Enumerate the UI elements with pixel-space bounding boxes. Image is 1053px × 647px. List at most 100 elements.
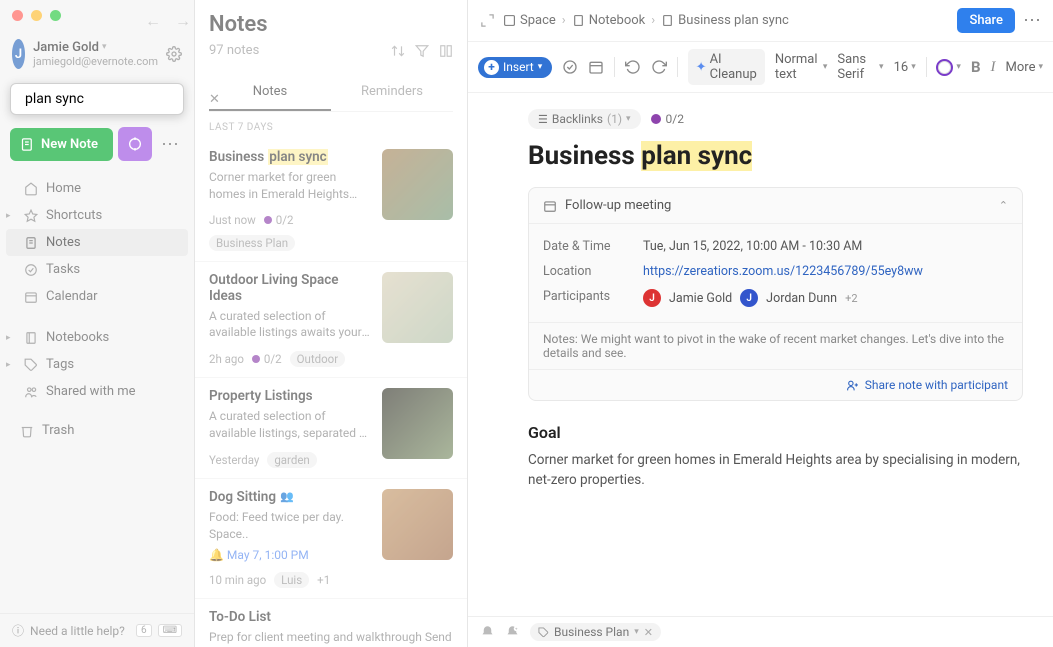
participant-more[interactable]: +2 bbox=[845, 292, 857, 305]
search-box[interactable]: ✕ bbox=[10, 83, 184, 115]
sidebar-item-label: Tags bbox=[46, 357, 74, 372]
note-icon bbox=[661, 14, 674, 27]
profile-email: jamiegold@evernote.com bbox=[33, 55, 158, 68]
sort-icon[interactable] bbox=[391, 44, 405, 58]
meeting-card-header[interactable]: Follow-up meeting ⌃ bbox=[529, 188, 1022, 224]
font-select[interactable]: Sans Serif▾ bbox=[837, 52, 883, 82]
new-note-button[interactable]: New Note bbox=[10, 128, 113, 161]
font-size-select[interactable]: 16▾ bbox=[894, 60, 916, 75]
crumb-note[interactable]: Business plan sync bbox=[661, 13, 789, 28]
note-list-item[interactable]: Outdoor Living Space IdeasA curated sele… bbox=[195, 262, 467, 379]
note-item-snippet: A curated selection of available listing… bbox=[209, 308, 372, 342]
chevron-right-icon[interactable]: ▸ bbox=[6, 211, 16, 221]
label-participants: Participants bbox=[543, 289, 643, 307]
tag-icon bbox=[538, 627, 549, 638]
note-list-item[interactable]: Dog Sitting👥Food: Feed twice per day. Sp… bbox=[195, 479, 467, 600]
profile[interactable]: J Jamie Gold▾ jamiegold@evernote.com bbox=[0, 31, 194, 77]
clear-search-icon[interactable]: ✕ bbox=[209, 92, 220, 107]
sidebar-item-label: Calendar bbox=[46, 289, 98, 304]
help-icon[interactable]: ⓘ bbox=[12, 622, 24, 639]
tag-chip[interactable]: Business Plan ▾ ✕ bbox=[530, 623, 661, 641]
goal-paragraph[interactable]: Corner market for green homes in Emerald… bbox=[528, 450, 1023, 491]
note-thumbnail bbox=[382, 149, 453, 220]
more-menu-icon[interactable]: ⋯ bbox=[1023, 10, 1041, 31]
editor-pane: Space › Notebook › Business plan sync Sh… bbox=[468, 0, 1053, 647]
person-add-icon bbox=[846, 379, 859, 392]
tab-reminders[interactable]: Reminders bbox=[331, 74, 453, 111]
minimize-window[interactable] bbox=[31, 10, 42, 21]
note-item-snippet: Food: Feed twice per day. Space.. bbox=[209, 509, 372, 543]
maximize-window[interactable] bbox=[50, 10, 61, 21]
sidebar-item-notes[interactable]: Notes bbox=[6, 229, 188, 256]
tab-notes[interactable]: Notes bbox=[209, 74, 331, 111]
label-location: Location bbox=[543, 264, 643, 279]
checklist-icon[interactable] bbox=[562, 59, 578, 75]
trash-icon bbox=[20, 424, 34, 438]
note-icon bbox=[24, 236, 38, 250]
list-title: Notes bbox=[209, 12, 268, 37]
document-title[interactable]: Business plan sync bbox=[528, 141, 1023, 171]
nav-forward-icon[interactable]: → bbox=[175, 11, 191, 31]
color-select[interactable]: ▾ bbox=[936, 59, 961, 76]
bold-icon[interactable]: B bbox=[971, 58, 981, 76]
value-location-link[interactable]: https://zereatiors.zoom.us/1223456789/55… bbox=[643, 264, 1008, 279]
redo-icon[interactable] bbox=[651, 59, 667, 75]
bell-add-icon[interactable]: + bbox=[505, 625, 520, 640]
crumb-space[interactable]: Space bbox=[503, 13, 556, 28]
expand-icon[interactable] bbox=[480, 13, 495, 28]
chevron-up-icon[interactable]: ⌃ bbox=[999, 199, 1008, 212]
share-button[interactable]: Share bbox=[957, 8, 1015, 33]
chevron-right-icon[interactable]: ▸ bbox=[6, 360, 16, 370]
close-window[interactable] bbox=[12, 10, 23, 21]
sidebar-item-tags[interactable]: ▸ Tags bbox=[6, 351, 188, 378]
more-format-button[interactable]: More▾ bbox=[1006, 60, 1043, 75]
remove-tag-icon[interactable]: ✕ bbox=[644, 626, 653, 639]
calendar-icon bbox=[24, 290, 38, 304]
insert-button[interactable]: Insert ▾ bbox=[478, 57, 552, 78]
breadcrumb: Space › Notebook › Business plan sync bbox=[503, 13, 949, 28]
participant-avatar: J bbox=[643, 289, 661, 307]
section-heading-goal[interactable]: Goal bbox=[528, 423, 1023, 442]
calendar-tool-icon[interactable] bbox=[588, 59, 604, 75]
editor-footer: + Business Plan ▾ ✕ bbox=[468, 616, 1053, 647]
sidebar-item-label: Notes bbox=[46, 235, 81, 250]
backlinks-pill[interactable]: ☰Backlinks(1)▾ bbox=[528, 109, 641, 129]
sidebar-item-shortcuts[interactable]: ▸Shortcuts bbox=[6, 202, 188, 229]
more-actions-icon[interactable]: ⋯ bbox=[157, 134, 184, 155]
ai-cleanup-button[interactable]: ✦AI Cleanup bbox=[688, 49, 765, 85]
note-thumbnail bbox=[382, 489, 453, 560]
sidebar-item-notebooks[interactable]: ▸Notebooks bbox=[6, 324, 188, 351]
note-list-item[interactable]: Business plan syncCorner market for gree… bbox=[195, 139, 467, 262]
help-label[interactable]: Need a little help? bbox=[30, 624, 125, 638]
search-input[interactable] bbox=[25, 91, 203, 107]
editor-content[interactable]: ☰Backlinks(1)▾ 0/2 Business plan sync Fo… bbox=[468, 93, 1053, 616]
sidebar-item-shared-with-me[interactable]: Shared with me bbox=[6, 378, 188, 405]
participant-avatar: J bbox=[740, 289, 758, 307]
note-list-item[interactable]: To-Do ListPrep for client meeting and wa… bbox=[195, 599, 467, 647]
sidebar-item-home[interactable]: Home bbox=[6, 175, 188, 202]
space-icon bbox=[503, 14, 516, 27]
view-icon[interactable] bbox=[439, 44, 453, 58]
note-item-title: Property Listings bbox=[209, 388, 372, 404]
sidebar-item-calendar[interactable]: Calendar bbox=[6, 283, 188, 310]
share-note-link[interactable]: Share note with participant bbox=[529, 369, 1022, 400]
italic-icon[interactable]: I bbox=[991, 59, 996, 76]
sidebar-item-tasks[interactable]: Tasks bbox=[6, 256, 188, 283]
nav-back-icon[interactable]: ← bbox=[145, 11, 161, 31]
note-thumbnail bbox=[382, 272, 453, 343]
kbd-icon: ⌨ bbox=[158, 624, 182, 637]
quick-action-button[interactable] bbox=[118, 127, 152, 161]
text-style-select[interactable]: Normal text▾ bbox=[775, 52, 828, 82]
note-list-item[interactable]: Property ListingsA curated selection of … bbox=[195, 378, 467, 479]
filter-icon[interactable] bbox=[415, 44, 429, 58]
bell-icon[interactable] bbox=[480, 625, 495, 640]
calendar-icon bbox=[543, 199, 557, 213]
sidebar-item-trash[interactable]: Trash bbox=[6, 417, 188, 444]
task-progress-pill[interactable]: 0/2 bbox=[651, 109, 684, 129]
gear-icon[interactable] bbox=[166, 46, 182, 62]
note-count: 97 notes bbox=[209, 43, 259, 58]
crumb-notebook[interactable]: Notebook bbox=[572, 13, 646, 28]
undo-icon[interactable] bbox=[625, 59, 641, 75]
editor-header: Space › Notebook › Business plan sync Sh… bbox=[468, 0, 1053, 42]
chevron-right-icon[interactable]: ▸ bbox=[6, 333, 16, 343]
